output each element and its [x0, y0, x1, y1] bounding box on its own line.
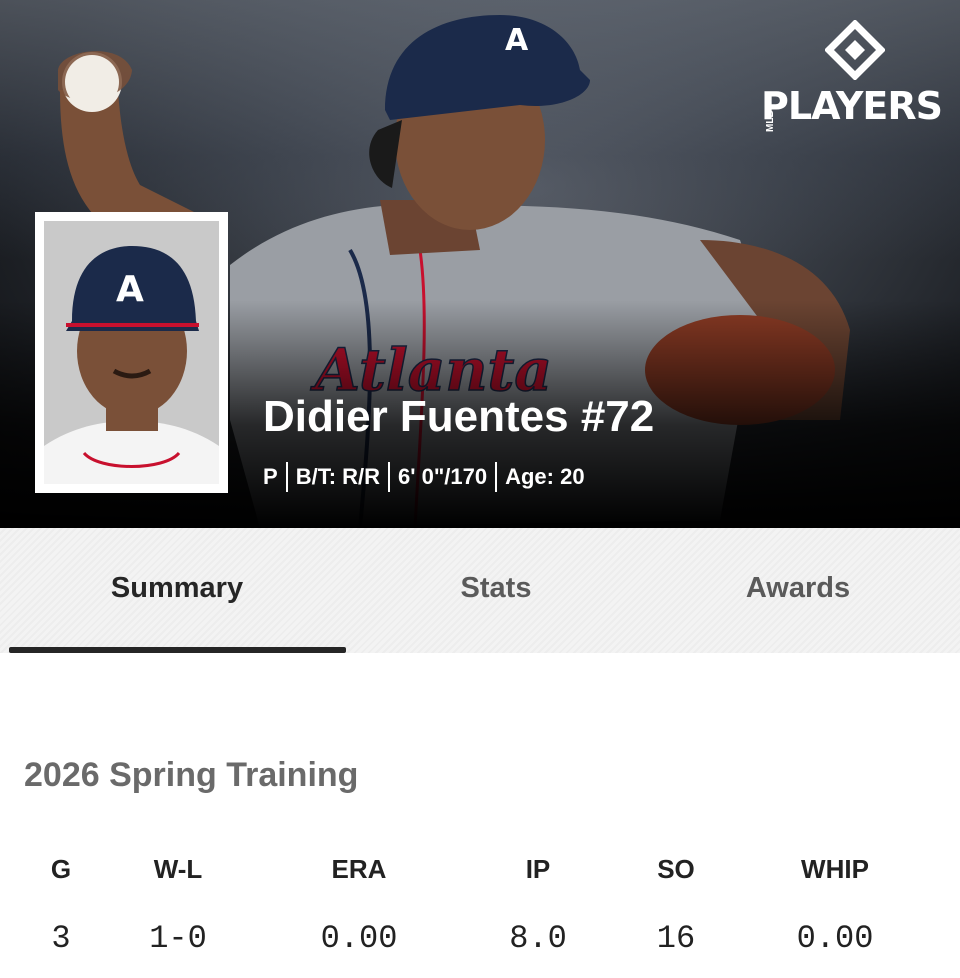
player-name: Didier Fuentes #72 [263, 392, 655, 441]
player-headshot: A [35, 212, 228, 493]
cap-letter: A [116, 269, 144, 310]
stat-header-so: SO [657, 854, 695, 884]
section-title: 2026 Spring Training [24, 756, 359, 794]
tab-awards[interactable]: Awards [648, 572, 948, 605]
player-hero-banner: Atlanta A MLB PLAYERS [0, 0, 960, 528]
player-height-weight: 6' 0"/170 [398, 464, 488, 489]
player-age: Age: 20 [505, 464, 585, 489]
stat-header-g: G [50, 854, 72, 884]
headshot-portrait: A [44, 221, 219, 484]
tab-stats[interactable]: Stats [346, 572, 646, 605]
stat-header-whip: WHIP [801, 854, 869, 884]
player-meta: P B/T: R/R 6' 0"/170 Age: 20 [263, 462, 585, 492]
stat-header-era: ERA [331, 854, 387, 884]
stat-value-g: 3 [51, 920, 71, 957]
stat-value-ip: 8.0 [509, 920, 567, 957]
stat-value-so: 16 [656, 920, 696, 957]
profile-tabs: Summary Stats Awards [0, 528, 960, 653]
stat-header-wl: W-L [153, 854, 203, 884]
meta-divider [495, 462, 498, 492]
meta-divider [285, 462, 288, 492]
diamond-logo-icon [825, 20, 885, 80]
stat-header-ip: IP [525, 854, 551, 884]
active-tab-indicator [9, 647, 346, 653]
stat-value-era: 0.00 [320, 920, 398, 957]
stat-value-wl: 1-0 [149, 920, 207, 957]
stat-value-whip: 0.00 [796, 920, 874, 957]
meta-divider [388, 462, 391, 492]
mlb-players-logo: MLB PLAYERS [761, 20, 943, 132]
svg-text:A: A [505, 23, 529, 58]
tab-summary[interactable]: Summary [27, 572, 327, 605]
player-bats-throws: B/T: R/R [295, 464, 381, 489]
logo-word: PLAYERS [761, 84, 943, 128]
player-position: P [263, 464, 278, 489]
